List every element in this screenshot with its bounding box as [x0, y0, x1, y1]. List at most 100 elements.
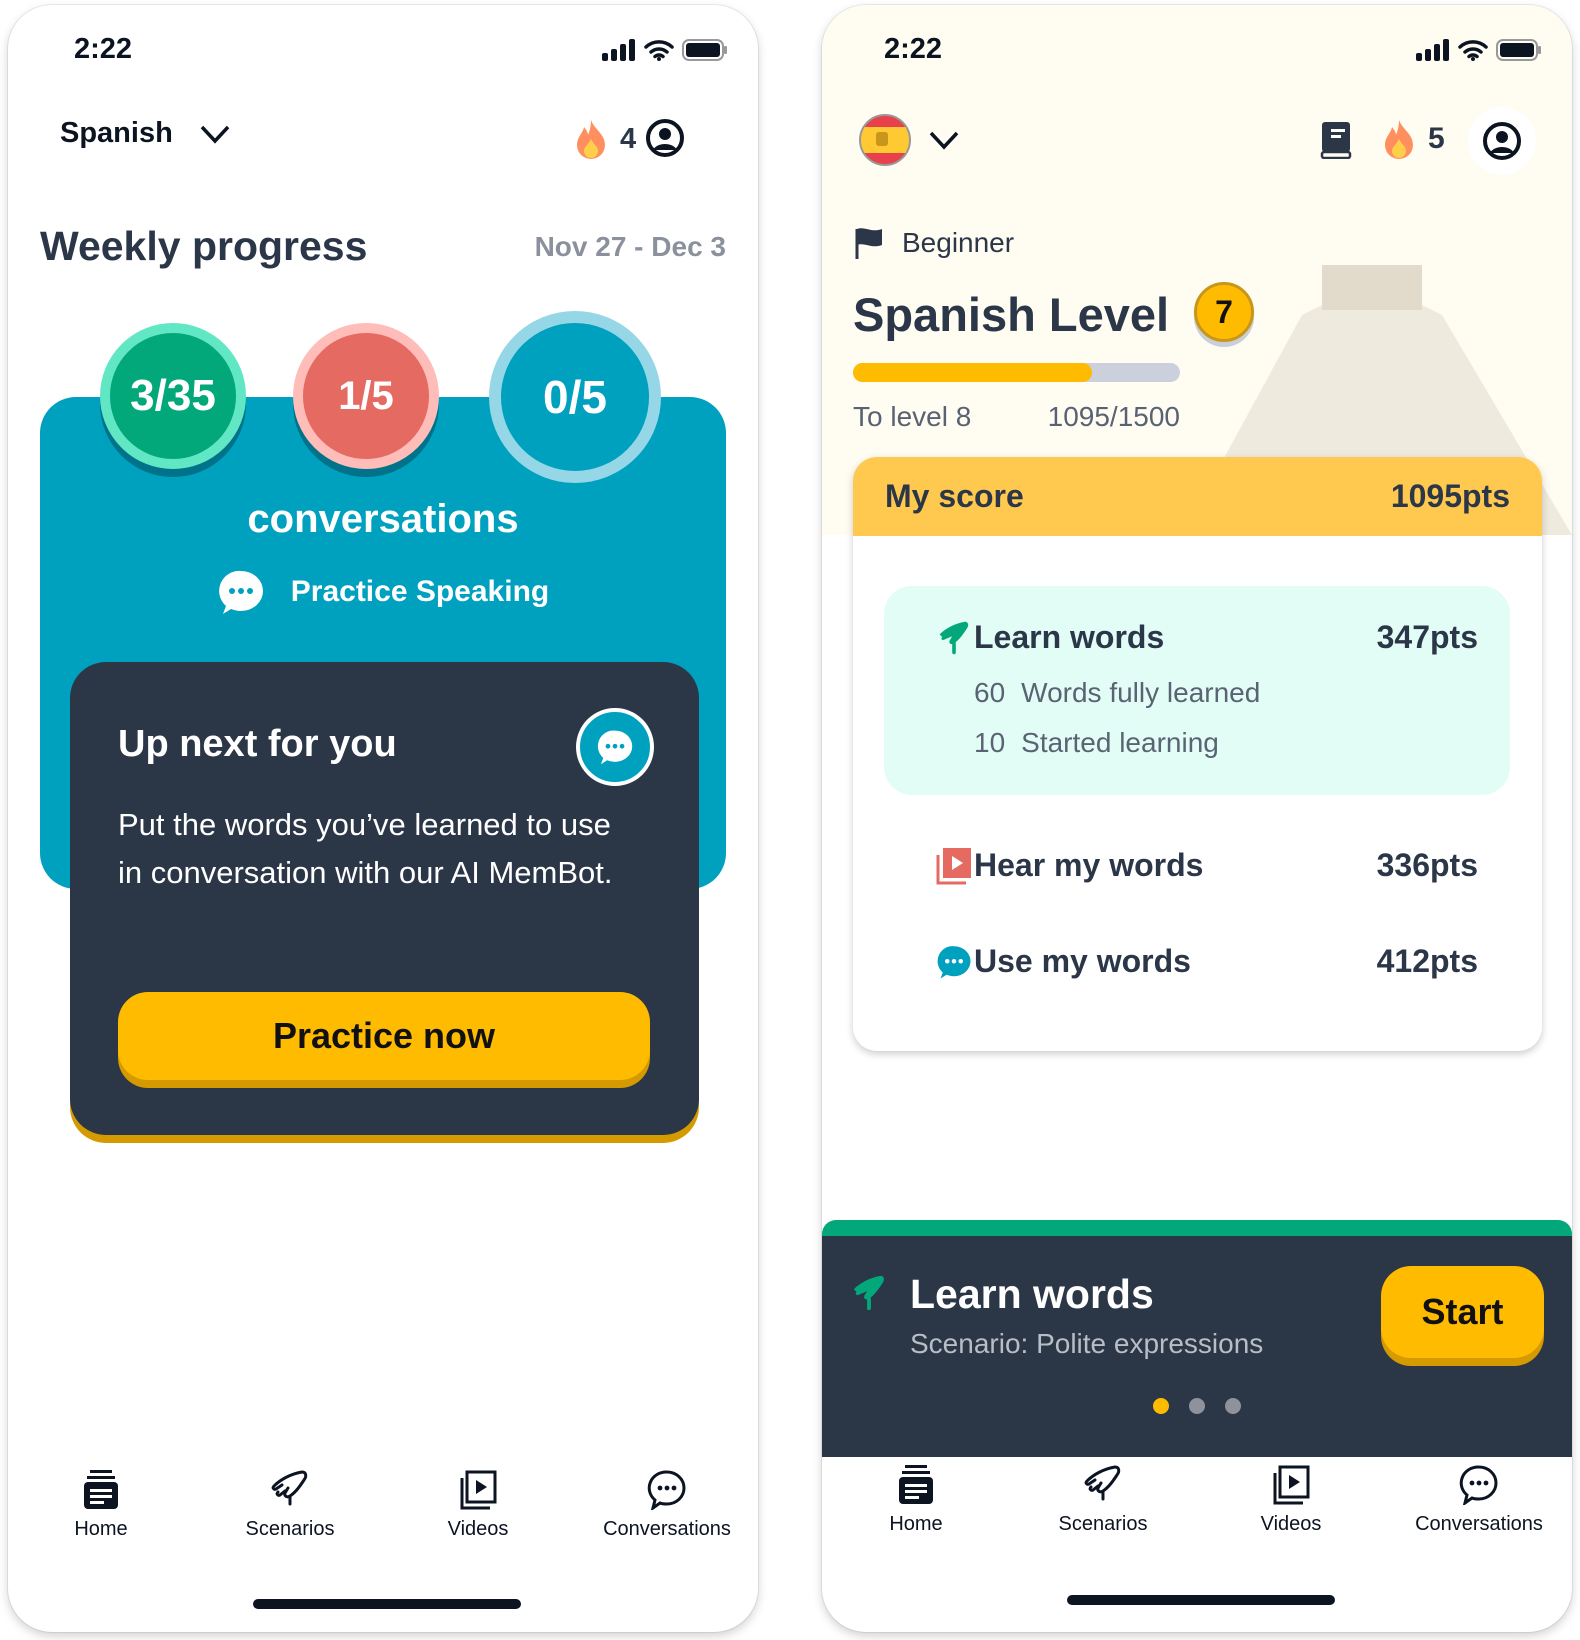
progress-circle-conversations: 0/5 [489, 311, 661, 483]
battery-icon [1496, 39, 1541, 61]
stat-label: Words fully learned [1021, 677, 1261, 708]
row-label: Use my words [974, 943, 1191, 979]
score-label: My score [885, 478, 1024, 514]
carousel-dots [822, 1398, 1572, 1414]
language-selector[interactable]: Spanish [60, 117, 231, 150]
nav-label: Scenarios [245, 1518, 335, 1540]
videos-icon [1273, 1465, 1310, 1505]
carousel-dot[interactable] [1225, 1398, 1241, 1414]
signal-icon [1416, 39, 1449, 61]
start-button[interactable]: Start [1381, 1266, 1544, 1358]
home-indicator [1067, 1595, 1335, 1605]
level-progress-fill [853, 363, 1092, 382]
stat-fully-learned: 60 Words fully learned [974, 677, 1260, 709]
promo-title: Learn words [910, 1271, 1154, 1317]
learn-words-row[interactable]: Learn words 347pts [939, 619, 1478, 656]
chevron-down-icon [200, 125, 230, 144]
row-points: 347pts [1376, 619, 1478, 655]
flag-icon [855, 228, 882, 259]
use-words-row[interactable]: Use my words 412pts [937, 943, 1478, 980]
nav-conversations[interactable]: Conversations [577, 1470, 757, 1541]
flame-icon [1385, 120, 1413, 159]
nav-scenarios[interactable]: Scenarios [1013, 1465, 1193, 1536]
nav-scenarios[interactable]: Scenarios [200, 1470, 380, 1541]
date-range: Nov 27 - Dec 3 [534, 231, 726, 262]
spain-flag-icon [859, 114, 911, 166]
streak-counter[interactable]: 4 [576, 119, 636, 159]
scenarios-hand-icon [853, 1275, 884, 1311]
stat-count: 10 [974, 727, 1006, 758]
home-screen-level: 2:22 5 Beginner Spanish Level 7 To level… [822, 5, 1572, 1632]
row-points: 412pts [1376, 943, 1478, 979]
nav-label: Home [74, 1518, 128, 1540]
home-icon [84, 1470, 118, 1509]
difficulty-text: Beginner [902, 227, 1015, 258]
streak-count: 4 [620, 122, 637, 155]
level-badge: 7 [1194, 282, 1254, 342]
videos-icon [460, 1470, 497, 1510]
page-title: Weekly progress [40, 223, 368, 269]
row-label: Learn words [974, 619, 1165, 655]
nav-label: Conversations [603, 1518, 731, 1540]
progress-circle-words: 3/35 [100, 323, 246, 469]
flame-icon [577, 120, 605, 159]
conversations-icon [1459, 1465, 1498, 1505]
language-selector[interactable] [858, 113, 960, 167]
home-indicator [253, 1599, 521, 1609]
status-time: 2:22 [884, 33, 943, 65]
score-value: 1095pts [1390, 478, 1510, 514]
stat-started: 10 Started learning [974, 727, 1219, 759]
status-icons [1416, 39, 1542, 61]
status-time: 2:22 [74, 33, 133, 65]
practice-now-button[interactable]: Practice now [118, 992, 650, 1080]
scenarios-icon [271, 1470, 308, 1506]
language-label: Spanish [60, 117, 173, 149]
nav-home[interactable]: Home [11, 1470, 191, 1541]
carousel-dot[interactable] [1153, 1398, 1169, 1414]
level-points: 1095/1500 [1047, 401, 1180, 432]
scenarios-hand-icon [939, 621, 969, 654]
carousel-dot[interactable] [1189, 1398, 1205, 1414]
up-next-description: Put the words you’ve learned to use in c… [118, 807, 613, 890]
home-screen-weekly: 2:22 Spanish 4 Weekly progress Nov 27 - … [8, 5, 758, 1632]
nav-label: Home [889, 1513, 943, 1535]
level-title: Spanish Level [853, 288, 1170, 341]
score-header: My score 1095pts [853, 457, 1542, 536]
row-label: Hear my words [974, 847, 1204, 883]
difficulty-label: Beginner [854, 227, 1014, 259]
stat-label: Started learning [1021, 727, 1219, 758]
stat-count: 60 [974, 677, 1006, 708]
row-points: 336pts [1376, 847, 1478, 883]
up-next-title: Up next for you [118, 723, 397, 765]
level-progress-bar [853, 363, 1180, 382]
chat-bubble-icon [218, 570, 263, 614]
signal-icon [602, 39, 635, 61]
status-icons [602, 39, 728, 61]
conversation-icon [576, 708, 654, 786]
home-icon [899, 1465, 933, 1504]
hear-words-row[interactable]: Hear my words 336pts [936, 847, 1478, 884]
practice-speaking-link[interactable]: Practice Speaking [40, 569, 726, 615]
wifi-icon [644, 40, 674, 61]
progress-circle-scenarios: 1/5 [293, 323, 439, 469]
streak-counter[interactable]: 5 [1384, 119, 1445, 159]
nav-label: Videos [447, 1518, 509, 1540]
nav-label: Conversations [1415, 1513, 1543, 1535]
wifi-icon [1458, 40, 1488, 61]
nav-label: Videos [1260, 1513, 1322, 1535]
practice-speaking-label: Practice Speaking [290, 575, 550, 608]
nav-videos[interactable]: Videos [1201, 1465, 1381, 1536]
profile-avatar-icon [1483, 122, 1521, 160]
battery-icon [682, 39, 727, 61]
profile-avatar[interactable] [1468, 107, 1536, 175]
dictionary-book-icon[interactable] [1320, 121, 1352, 159]
profile-avatar-icon[interactable] [646, 119, 684, 157]
chevron-down-icon [929, 131, 959, 150]
nav-home[interactable]: Home [826, 1465, 1006, 1536]
nav-conversations[interactable]: Conversations [1389, 1465, 1569, 1536]
nav-videos[interactable]: Videos [388, 1470, 568, 1541]
promo-subtitle: Scenario: Polite expressions [910, 1328, 1264, 1359]
conversations-icon [647, 1470, 686, 1510]
streak-count: 5 [1428, 122, 1445, 155]
video-play-icon [936, 847, 971, 884]
